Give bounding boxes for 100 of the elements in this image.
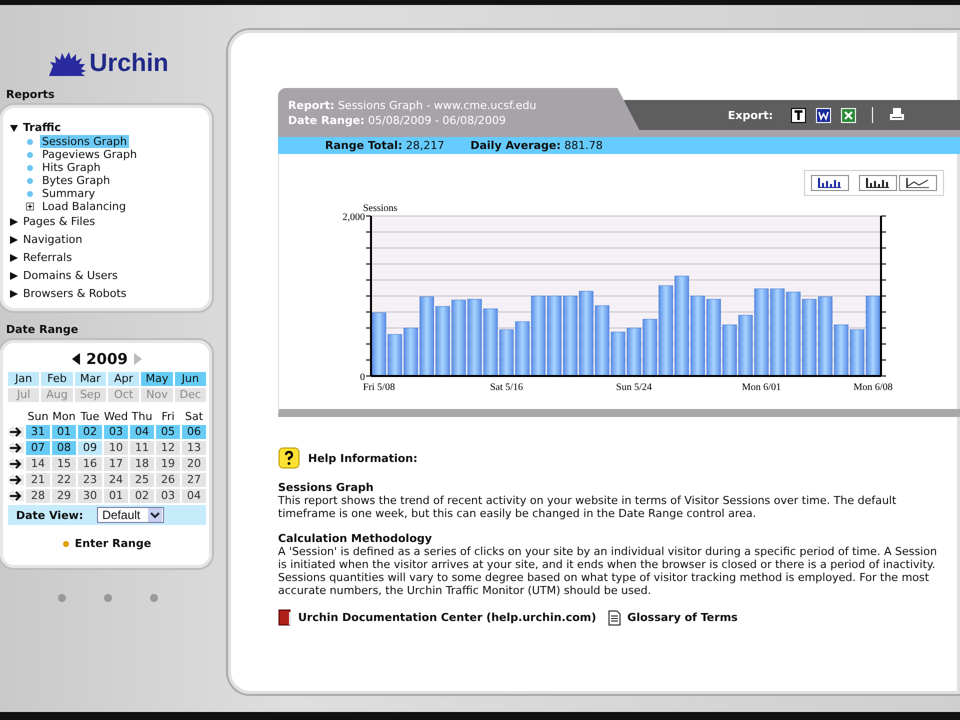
line-chart-icon [906,178,930,188]
book-icon [278,609,292,626]
date-view-dropdown[interactable]: Default [97,507,164,523]
bar [738,314,753,376]
range-total: Range Total: 28,217 [325,139,444,152]
tick-label: Sun 5/24 [616,382,652,393]
text-export-icon[interactable] [791,108,806,122]
month-cell[interactable]: Jan [8,372,40,386]
bar-chart-button[interactable] [811,175,849,191]
tick-label: Mon 6/08 [853,382,893,393]
help-title: Help Information: [308,452,418,464]
plus-icon [26,202,34,211]
tick-label: 0 [360,372,365,383]
month-cell[interactable]: Feb [41,372,73,386]
daily-average: Daily Average: 881.78 [470,139,603,152]
date-view-label: Date View: [16,508,84,522]
help-link[interactable]: Glossary of Terms [627,611,738,624]
collapsed-icon [10,290,18,298]
word-export-icon[interactable] [816,108,831,122]
report-link[interactable]: Load Balancing [40,200,128,213]
export-label: Export: [728,108,773,122]
bullet-icon [26,138,34,144]
help-heading: Sessions Graph [278,481,375,494]
axis-label: Sessions [363,203,398,214]
document-icon [608,610,622,626]
screw-icon [150,594,158,602]
day-cell[interactable]: 08 [52,441,76,455]
report-link[interactable]: Summary [40,187,98,200]
report-category[interactable]: Navigation [10,231,204,249]
logo-text: Urchin [89,51,169,76]
weekday-label: Mon [52,410,76,423]
bar-chart-icon [866,178,890,188]
report-link[interactable]: Pageviews Graph [40,148,139,161]
help-paragraph: This report shows the trend of recent activity on your website in terms of Visitor Sessions over time. The default timeframe is one week, but this can easily be changed in the Date Range control area. [278,494,898,520]
collapsed-icon [10,254,18,262]
logo-icon [47,52,88,76]
week-arrow-icon[interactable] [8,491,24,501]
help-icon [278,447,300,469]
day-cell[interactable]: 07 [26,441,50,455]
report-category[interactable]: Traffic [10,119,204,135]
day-cell[interactable]: 01 [52,425,76,439]
report-link[interactable]: Sessions Graph [40,135,129,148]
collapsed-icon [10,236,18,244]
weekday-label: Wed [104,410,128,423]
help-paragraph: A 'Session' is defined as a series of clicks on your site by an individual visitor during a specific period of time. A Session is initiated when the visitor arrives at your site, and it ends when the browser is closed or there is a period of inactivity. Sessions quantities will vary to some degree based on what type of visitor tracking method is employed. For the most accurate numbers, the Urchin Traffic Monitor (UTM) should be used. [278,545,938,597]
section-title: Reports [5,87,56,103]
bar-chart-icon [818,178,842,188]
day-cell[interactable]: 03 [104,425,128,439]
week-arrow-icon[interactable] [8,427,24,437]
collapsed-icon [10,218,18,226]
help-heading: Calculation Methodology [278,532,433,545]
month-cell[interactable]: May [141,372,173,386]
enter-range-link[interactable]: Enter Range [74,537,152,550]
weekday-label: Thu [130,410,154,423]
tick-label: Fri 5/08 [363,382,395,393]
report-link[interactable]: Hits Graph [40,161,103,174]
bullet-icon [62,540,69,546]
collapsed-icon [10,272,18,280]
screw-icon [104,594,112,602]
report-category[interactable]: Referrals [10,249,204,267]
week-arrow-icon[interactable] [8,443,24,453]
previous-icon[interactable] [72,353,80,365]
bullet-icon [26,190,34,196]
print-icon[interactable] [889,108,905,122]
day-cell[interactable]: 02 [78,425,102,439]
screw-icon [58,594,66,602]
weekday-label: Sun [26,410,50,423]
report-category[interactable]: Domains & Users [10,267,204,285]
bar [626,328,642,376]
spreadsheet-export-icon[interactable] [841,108,856,122]
week-arrow-icon[interactable] [8,475,24,485]
section-title: Date Range [5,322,80,338]
weekday-label: Fri [160,410,176,423]
day-cell[interactable]: 31 [26,425,50,439]
day-cell[interactable]: 09 [78,441,102,455]
bar-chart-button[interactable] [859,175,897,191]
bar [436,306,450,376]
month-cell[interactable]: Mar [74,372,106,386]
tick-label: Mon 6/01 [742,382,782,393]
bullet-icon [26,178,34,184]
week-arrow-icon[interactable] [8,459,24,469]
month-cell[interactable]: Apr [108,372,140,386]
day-cell[interactable]: 06 [182,425,206,439]
weekday-label: Tue [80,410,100,423]
report-date-range: Date Range: 05/08/2009 - 06/08/2009 [288,112,507,128]
dropdown-icon [148,508,162,522]
month-cell[interactable]: Jun [174,372,206,386]
bullet-icon [26,164,34,170]
tick-label: Sat 5/16 [490,382,523,393]
expanded-icon [10,124,18,132]
day-cell[interactable]: 05 [156,425,180,439]
report-category[interactable]: Pages & Files [10,213,204,231]
report-category[interactable]: Browsers & Robots [10,285,204,303]
help-link[interactable]: Urchin Documentation Center (help.urchin.com) [298,611,596,624]
year-label: 2009 [86,350,128,368]
report-link[interactable]: Bytes Graph [40,174,112,187]
day-cell[interactable]: 04 [130,425,154,439]
weekday-label: Sat [184,410,204,423]
line-chart-button[interactable] [899,175,937,191]
tick-label: 2,000 [342,212,365,223]
